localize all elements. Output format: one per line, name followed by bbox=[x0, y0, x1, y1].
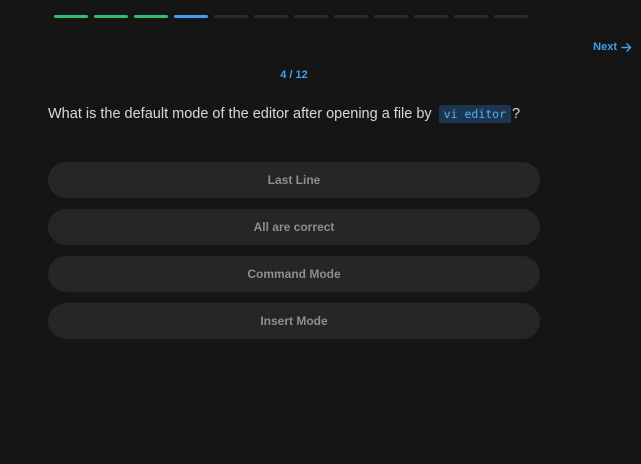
answer-option-label: Last Line bbox=[267, 173, 321, 187]
progress-segment-pending bbox=[374, 15, 408, 18]
question-suffix: ? bbox=[512, 106, 521, 122]
progress-segment-pending bbox=[214, 15, 248, 18]
answer-option[interactable]: Last Line bbox=[48, 162, 540, 198]
answer-option[interactable]: Insert Mode bbox=[48, 303, 540, 339]
progress-segment-pending bbox=[254, 15, 288, 18]
next-label: Next bbox=[593, 41, 617, 53]
answer-option-label: All are correct bbox=[253, 220, 335, 234]
progress-segment-pending bbox=[414, 15, 448, 18]
progress-segment-completed bbox=[94, 15, 128, 18]
answer-option[interactable]: Command Mode bbox=[48, 256, 540, 292]
progress-segment-pending bbox=[334, 15, 368, 18]
answer-options: Last Line All are correct Command Mode I… bbox=[48, 162, 540, 350]
answer-option-label: Command Mode bbox=[247, 267, 341, 281]
next-button[interactable]: Next bbox=[593, 41, 632, 53]
progress-segment-pending bbox=[294, 15, 328, 18]
question-text: What is the default mode of the editor a… bbox=[48, 104, 608, 124]
progress-segment-current bbox=[174, 15, 208, 18]
question-counter: 4 / 12 bbox=[280, 69, 308, 81]
answer-option[interactable]: All are correct bbox=[48, 209, 540, 245]
progress-segment-pending bbox=[494, 15, 528, 18]
arrow-right-icon bbox=[621, 42, 632, 53]
progress-segment-pending bbox=[454, 15, 488, 18]
inline-code: vi editor bbox=[438, 105, 512, 123]
progress-segment-completed bbox=[134, 15, 168, 18]
progress-segment-completed bbox=[54, 15, 88, 18]
answer-option-label: Insert Mode bbox=[260, 314, 328, 328]
progress-bar bbox=[54, 15, 528, 18]
question-body: What is the default mode of the editor a… bbox=[48, 106, 432, 122]
